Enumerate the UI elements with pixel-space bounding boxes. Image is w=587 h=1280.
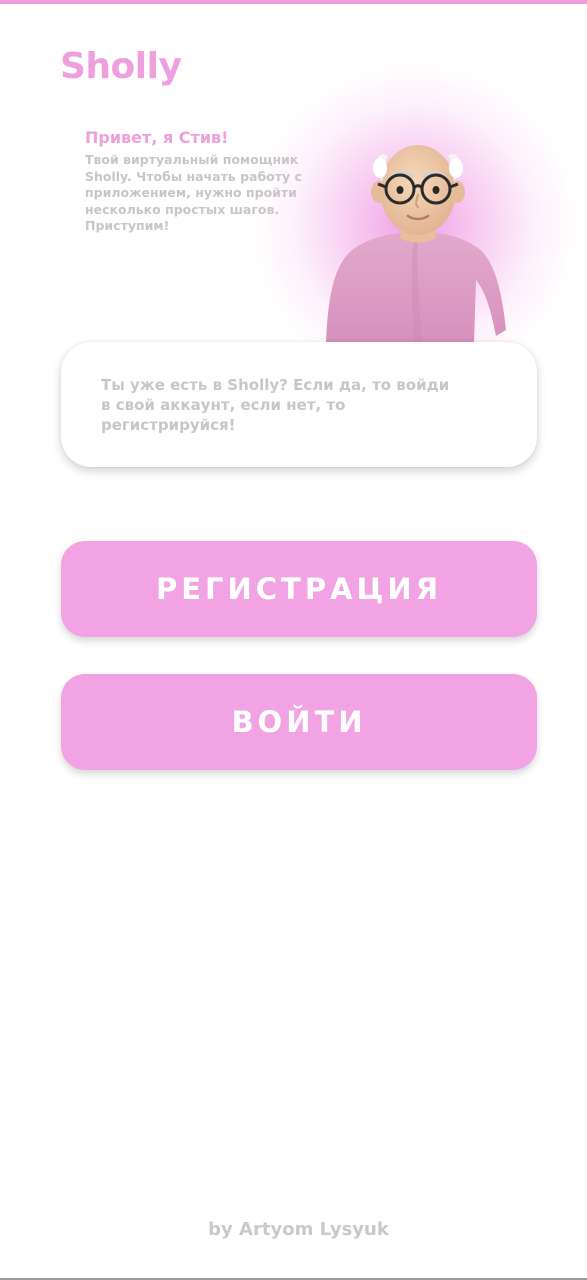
- login-button[interactable]: ВОЙТИ: [61, 674, 537, 770]
- info-card: Ты уже есть в Sholly? Если да, то войди …: [61, 342, 537, 467]
- assistant-avatar: [318, 140, 518, 350]
- app-logo: Sholly: [60, 46, 182, 87]
- assistant-intro-text: Твой виртуальный помощник Sholly. Чтобы …: [85, 152, 302, 233]
- register-button-label: РЕГИСТРАЦИЯ: [155, 572, 443, 606]
- login-button-label: ВОЙТИ: [231, 705, 367, 739]
- top-accent-bar: [0, 0, 587, 4]
- register-button[interactable]: РЕГИСТРАЦИЯ: [61, 541, 537, 637]
- avatar-illustration-icon: [326, 145, 506, 343]
- info-card-text: Ты уже есть в Sholly? Если да, то войди …: [101, 376, 450, 434]
- assistant-greeting: Привет, я Стив!: [85, 128, 229, 147]
- footer-credit: by Artyom Lysyuk: [208, 1219, 389, 1240]
